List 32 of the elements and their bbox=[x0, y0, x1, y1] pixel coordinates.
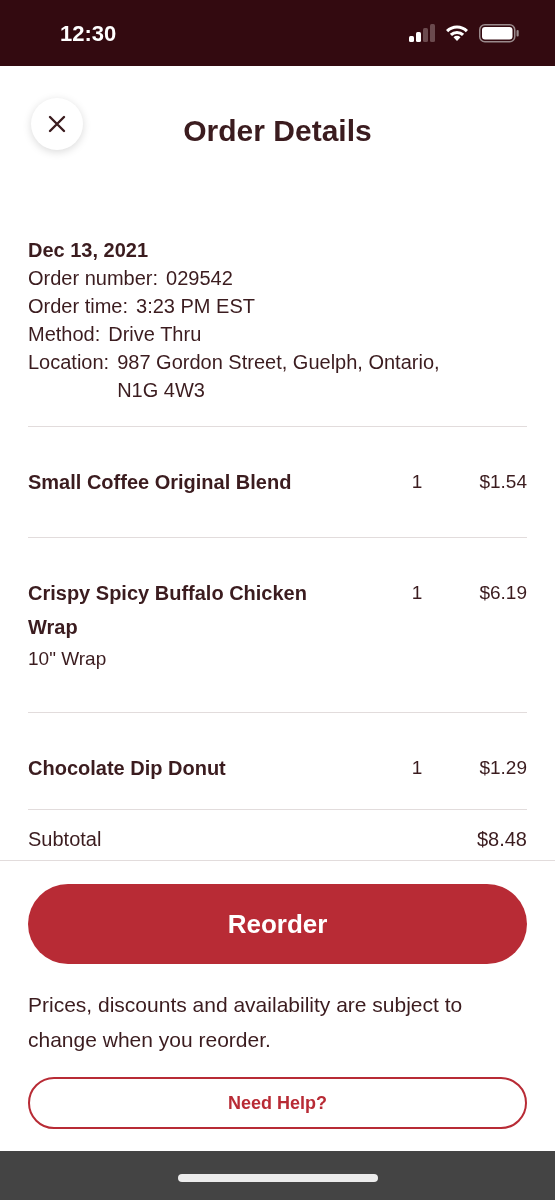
field-label: Location: bbox=[28, 350, 110, 375]
reorder-note: Prices, discounts and availability are subject to change when you reorder. bbox=[28, 992, 464, 1053]
page-title: Order Details bbox=[183, 113, 372, 149]
item-name: Small Coffee Original Blend bbox=[28, 470, 293, 495]
field-value: Drive Thru bbox=[108, 322, 202, 347]
subtotal-label: Subtotal bbox=[28, 827, 102, 852]
item-price: $1.29 bbox=[478, 756, 527, 780]
status-time: 12:30 bbox=[60, 19, 117, 48]
item-quantity: 1 bbox=[410, 581, 424, 605]
field-label: Method: bbox=[28, 322, 101, 347]
order-date: Dec 13, 2021 bbox=[28, 238, 150, 263]
item-option: 10" Wrap bbox=[28, 644, 387, 674]
field-label: Order number: bbox=[28, 266, 159, 291]
item-quantity: 1 bbox=[410, 470, 424, 494]
item-price: $1.54 bbox=[478, 470, 527, 494]
wifi-icon bbox=[445, 24, 469, 42]
field-label: Order time: bbox=[28, 294, 129, 319]
home-indicator[interactable] bbox=[177, 1173, 378, 1182]
item-price: $6.19 bbox=[478, 581, 527, 605]
item-name: Chocolate Dip Donut bbox=[28, 756, 227, 781]
item-quantity: 1 bbox=[410, 756, 424, 780]
help-button[interactable]: Need Help? bbox=[28, 1077, 527, 1129]
close-button[interactable] bbox=[31, 98, 83, 150]
signal-icon bbox=[409, 24, 435, 42]
field-value: 987 Gordon Street, Guelph, Ontario, N1G 4W3 bbox=[117, 350, 441, 403]
subtotal-value: $8.48 bbox=[476, 827, 527, 852]
item-name: Crispy Spicy Buffalo Chicken Wrap bbox=[28, 581, 308, 640]
battery-icon bbox=[479, 23, 519, 43]
reorder-button[interactable]: Reorder bbox=[28, 884, 527, 964]
field-value: 029542 bbox=[166, 266, 233, 291]
field-value: 3:23 PM EST bbox=[136, 294, 255, 319]
close-icon bbox=[48, 115, 66, 133]
